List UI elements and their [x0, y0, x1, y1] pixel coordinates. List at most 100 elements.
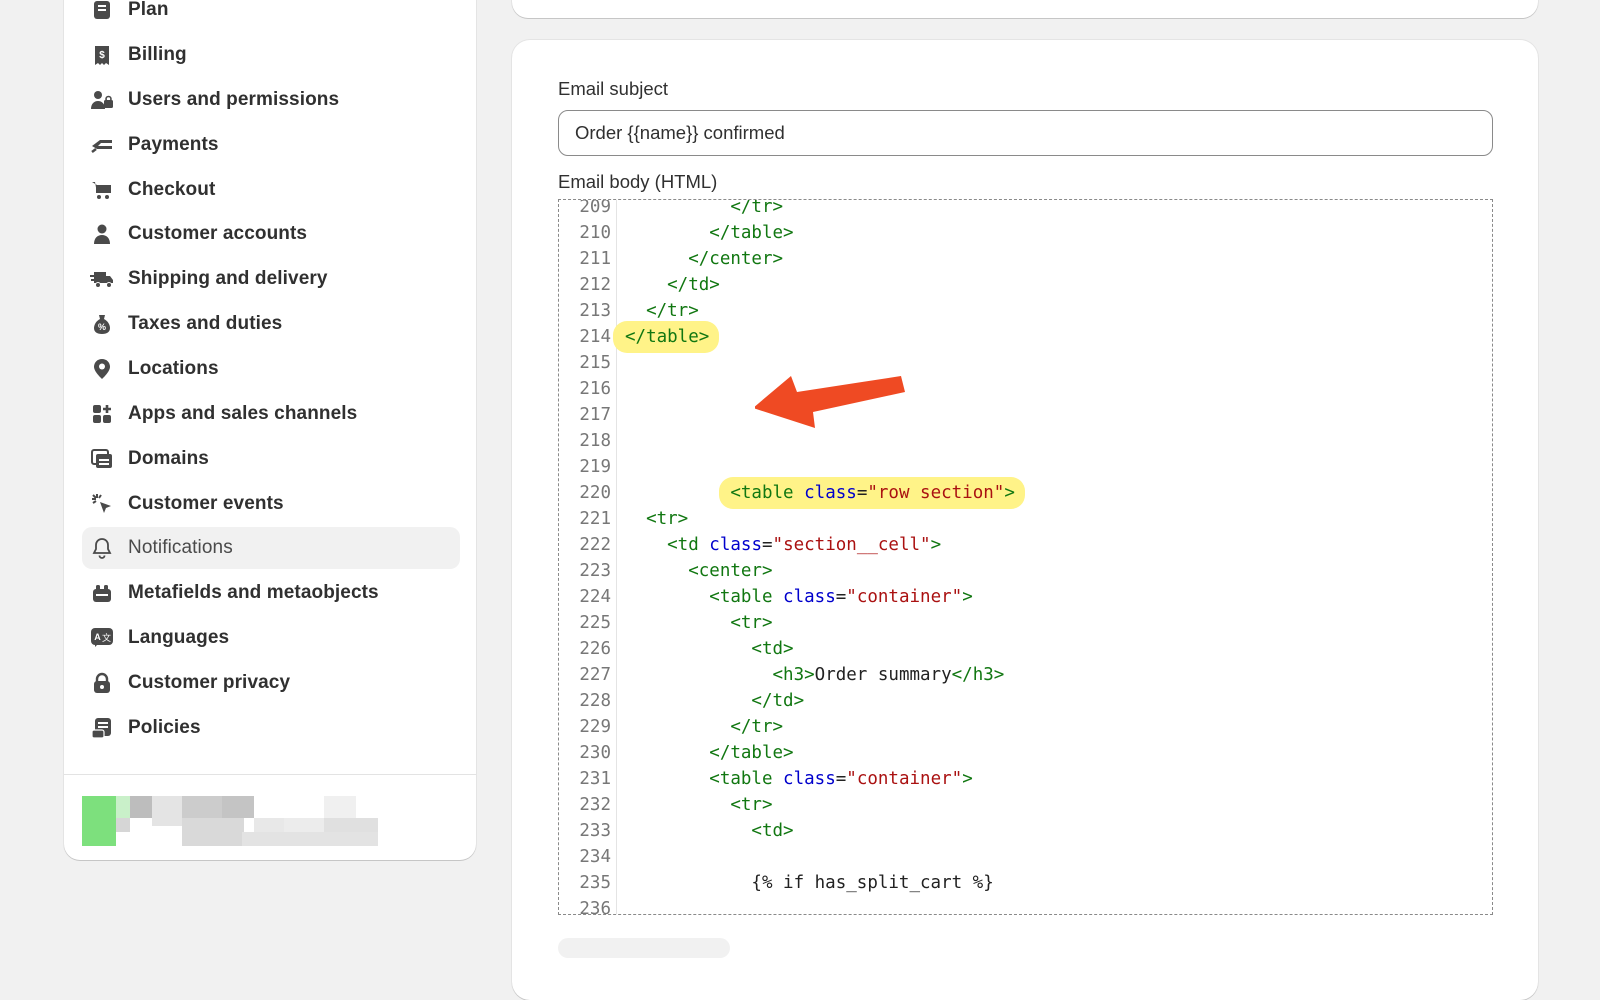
code-line: 233 <td> [559, 818, 1489, 844]
settings-sidebar: Plan $ Billing Users and permissions Payment… [64, 0, 476, 860]
sidebar-item-label: Taxes and duties [128, 313, 283, 334]
line-number: 228 [579, 691, 611, 711]
line-number: 220 [579, 483, 611, 503]
code-token: "container" [846, 769, 963, 789]
code-line: 216 [559, 376, 1489, 402]
code-token: </tr> [625, 717, 784, 737]
tax-icon: % [90, 312, 114, 336]
sidebar-item-label: Locations [128, 358, 219, 379]
sidebar-item-locations[interactable]: Locations [82, 348, 460, 390]
sidebar-item-label: Domains [128, 448, 209, 469]
code-text: </table> [625, 220, 794, 246]
line-number: 219 [579, 457, 611, 477]
code-line: 215 [559, 350, 1489, 376]
sidebar-item-label: Policies [128, 717, 201, 738]
sidebar-item-shipping-and-delivery[interactable]: Shipping and delivery [82, 258, 460, 300]
sidebar-item-metafields-and-metaobjects[interactable]: Metafields and metaobjects [82, 572, 460, 614]
bell-icon [90, 536, 114, 560]
email-subject-label: Email subject [558, 78, 669, 99]
sidebar-item-policies[interactable]: Policies [82, 707, 460, 749]
line-number: 235 [579, 873, 611, 893]
billing-icon: $ [90, 43, 114, 67]
store-switcher-blurred[interactable] [82, 796, 378, 846]
sidebar-item-domains[interactable]: Domains [82, 438, 460, 480]
code-text: </tr> [625, 200, 783, 220]
code-token: <table [625, 587, 784, 607]
sidebar-item-users-and-permissions[interactable]: Users and permissions [82, 79, 460, 121]
sidebar-item-label: Users and permissions [128, 89, 340, 110]
email-subject-input[interactable] [558, 110, 1493, 156]
payments-icon [90, 133, 114, 157]
code-line: 227 <h3>Order summary</h3> [559, 662, 1489, 688]
code-token: </td> [625, 691, 805, 711]
users-icon [90, 88, 114, 112]
code-text: </td> [625, 688, 804, 714]
code-token: </td> [625, 275, 720, 295]
truck-icon [90, 267, 114, 291]
code-token: Order summary [814, 665, 952, 685]
svg-text:$: $ [99, 50, 105, 61]
code-line: 224 <table class="container"> [559, 584, 1489, 610]
code-text: <td> [625, 818, 794, 844]
code-line: 211 </center> [559, 246, 1489, 272]
code-token: <table [730, 483, 805, 503]
sidebar-item-languages[interactable]: A 文 Languages [82, 617, 460, 659]
line-number: 221 [579, 509, 611, 529]
apps-icon [90, 402, 114, 426]
sidebar-item-label: Payments [128, 134, 219, 155]
code-token: </center> [625, 249, 784, 269]
code-text: </center> [625, 246, 783, 272]
code-token: = [835, 587, 847, 607]
code-line: 235 {% if has_split_cart %} [559, 870, 1489, 896]
code-token: {% if has_split_cart %} [625, 873, 994, 893]
languages-icon: A文 [90, 626, 114, 650]
line-number: 231 [579, 769, 611, 789]
sidebar-item-plan[interactable]: Plan [82, 0, 460, 31]
email-body-code-editor[interactable]: 209 </tr> 210 </table> 211 </center> 212 </… [558, 199, 1493, 915]
sidebar-item-taxes-and-duties[interactable]: % Taxes and duties [82, 303, 460, 345]
save-button-partial[interactable] [558, 938, 730, 958]
sidebar-item-billing[interactable]: $ Billing [82, 34, 460, 76]
code-line: 223 <center> [559, 558, 1489, 584]
code-line: 226 <td> [559, 636, 1489, 662]
code-line: 228 </td> [559, 688, 1489, 714]
previous-card [512, 0, 1538, 18]
code-text: <table class="container"> [625, 584, 973, 610]
sidebar-item-apps-and-sales-channels[interactable]: Apps and sales channels [82, 393, 460, 435]
line-number: 218 [579, 431, 611, 451]
code-token: <tr> [625, 613, 773, 633]
code-token: class [783, 587, 836, 607]
lock-icon [90, 671, 114, 695]
line-number: 212 [579, 275, 611, 295]
code-token: <td [625, 535, 710, 555]
person-icon [90, 222, 114, 246]
line-number: 215 [579, 353, 611, 373]
code-token: </table> [625, 223, 794, 243]
line-number: 236 [579, 899, 611, 915]
code-token: > [962, 587, 973, 607]
sidebar-item-label: Checkout [128, 179, 216, 200]
sidebar-item-payments[interactable]: Payments [82, 124, 460, 166]
code-token: </tr> [625, 301, 699, 321]
code-text: <td> [625, 636, 793, 662]
code-line: 231 <table class="container"> [559, 766, 1489, 792]
location-pin-icon [90, 357, 114, 381]
sidebar-item-customer-events[interactable]: Customer events [82, 483, 460, 525]
line-number: 214 [579, 327, 611, 347]
sidebar-item-checkout[interactable]: Checkout [82, 169, 460, 211]
sidebar-item-customer-privacy[interactable]: Customer privacy [82, 662, 460, 704]
code-line: 210 </table> [559, 220, 1489, 246]
sidebar-item-notifications[interactable]: Notifications [82, 527, 460, 569]
code-line: 221 <tr> [559, 506, 1489, 532]
code-token: <td> [625, 821, 794, 841]
code-text: <tr> [625, 506, 688, 532]
code-line: 212 </td> [559, 272, 1489, 298]
sidebar-item-customer-accounts[interactable]: Customer accounts [82, 213, 460, 255]
code-line: 232 <tr> [559, 792, 1489, 818]
line-number: 227 [579, 665, 611, 685]
domains-icon [90, 447, 114, 471]
code-token: <tr> [625, 509, 689, 529]
sidebar-item-label: Notifications [128, 537, 233, 558]
code-line: 222 <td class="section__cell"> [559, 532, 1489, 558]
code-line: 218 [559, 428, 1489, 454]
